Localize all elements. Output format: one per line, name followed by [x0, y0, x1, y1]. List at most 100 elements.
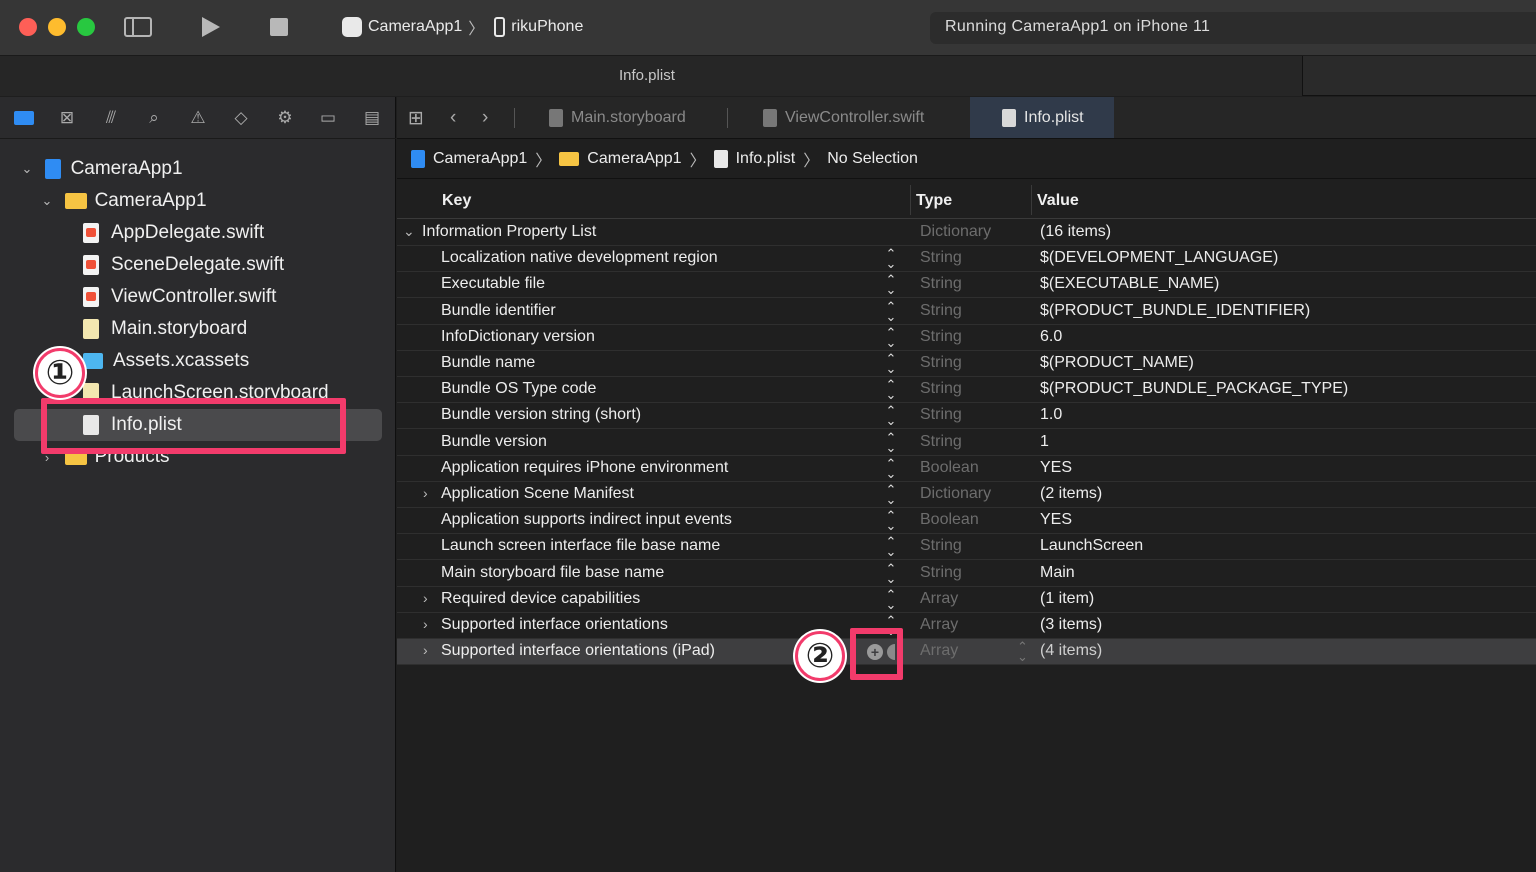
plist-row[interactable]: › Supported interface orientations (iPad)…: [397, 639, 1536, 666]
plist-row[interactable]: InfoDictionary version ⌃ ⌄ String 6.0: [397, 325, 1536, 351]
plist-key[interactable]: Bundle version string (short): [441, 406, 641, 424]
plist-key[interactable]: Localization native development region: [441, 249, 718, 267]
key-stepper-icon[interactable]: ⌃ ⌄: [885, 273, 897, 296]
plist-type[interactable]: Dictionary: [920, 485, 991, 503]
plist-key[interactable]: Bundle version: [441, 433, 547, 451]
plist-key[interactable]: Bundle identifier: [441, 302, 556, 320]
plist-type[interactable]: String: [920, 275, 962, 293]
plist-key[interactable]: Application requires iPhone environment: [441, 459, 728, 477]
plist-type[interactable]: Boolean: [920, 459, 979, 477]
forward-icon[interactable]: ›: [482, 107, 488, 129]
symbol-navigator-icon[interactable]: ⫻: [101, 108, 121, 128]
grid-icon[interactable]: ⊞: [408, 107, 424, 130]
plist-row[interactable]: › Application Scene Manifest ⌃ ⌄ Dictionary (…: [397, 482, 1536, 508]
plist-type[interactable]: String: [920, 249, 962, 267]
plist-value[interactable]: $(PRODUCT_BUNDLE_PACKAGE_TYPE): [1040, 380, 1348, 398]
plist-value[interactable]: $(DEVELOPMENT_LANGUAGE): [1040, 249, 1278, 267]
plist-row[interactable]: › Required device capabilities ⌃ ⌄ Array (1 i…: [397, 587, 1536, 613]
breadcrumb-file[interactable]: Info.plist: [736, 150, 796, 168]
plist-value[interactable]: 1: [1040, 433, 1049, 451]
plist-value[interactable]: (4 items): [1040, 642, 1102, 660]
plist-row[interactable]: Bundle identifier ⌃ ⌄ String $(PRODUCT_BUNDL…: [397, 299, 1536, 325]
debug-navigator-icon[interactable]: ⚙: [275, 108, 295, 128]
column-type-header[interactable]: Type: [916, 192, 952, 210]
plist-value[interactable]: $(PRODUCT_NAME): [1040, 354, 1194, 372]
plist-key[interactable]: InfoDictionary version: [441, 328, 595, 346]
plist-row[interactable]: Launch screen interface file base name ⌃ ⌄…: [397, 534, 1536, 561]
plist-value[interactable]: 6.0: [1040, 328, 1062, 346]
plist-row[interactable]: Localization native development region ⌃ ⌄…: [397, 246, 1536, 273]
key-stepper-icon[interactable]: ⌃ ⌄: [885, 509, 897, 532]
test-navigator-icon[interactable]: ◇: [231, 108, 251, 128]
breadcrumb-selection[interactable]: No Selection: [827, 150, 918, 168]
close-window-button[interactable]: [19, 18, 37, 36]
plist-type[interactable]: Dictionary: [920, 223, 991, 241]
chevron-right-icon[interactable]: ›: [423, 485, 428, 501]
key-stepper-icon[interactable]: ⌃ ⌄: [885, 378, 897, 401]
tab-main-storyboard[interactable]: Main.storyboard: [549, 97, 686, 138]
tab-viewcontroller[interactable]: ViewController.swift: [763, 97, 924, 138]
plist-row[interactable]: Application supports indirect input even…: [397, 508, 1536, 535]
plist-key[interactable]: Launch screen interface file base name: [441, 537, 720, 555]
key-stepper-icon[interactable]: ⌃ ⌄: [885, 404, 897, 427]
plist-type[interactable]: String: [920, 433, 962, 451]
issue-warning-icon[interactable]: ⚠: [188, 108, 208, 128]
plist-key[interactable]: Bundle OS Type code: [441, 380, 596, 398]
plist-row[interactable]: Bundle version string (short) ⌃ ⌄ String 1.0: [397, 403, 1536, 430]
plist-value[interactable]: $(PRODUCT_BUNDLE_IDENTIFIER): [1040, 302, 1310, 320]
key-stepper-icon[interactable]: ⌃ ⌄: [885, 247, 897, 270]
plist-row[interactable]: Bundle version ⌃ ⌄ String 1: [397, 430, 1536, 456]
key-stepper-icon[interactable]: ⌃ ⌄: [885, 588, 897, 611]
report-navigator-icon[interactable]: ▤: [362, 108, 382, 128]
column-key-header[interactable]: Key: [442, 192, 471, 210]
tree-item-appdelegate[interactable]: AppDelegate.swift: [83, 218, 264, 248]
plist-type[interactable]: String: [920, 354, 962, 372]
back-icon[interactable]: ‹: [450, 107, 456, 129]
plist-value[interactable]: $(EXECUTABLE_NAME): [1040, 275, 1219, 293]
plist-key[interactable]: Application Scene Manifest: [441, 485, 634, 503]
chevron-right-icon[interactable]: ›: [423, 590, 428, 606]
type-stepper-icon[interactable]: ⌃ ⌄: [1017, 640, 1028, 663]
plist-key[interactable]: Information Property List: [422, 223, 596, 241]
stop-icon[interactable]: [270, 18, 288, 36]
chevron-down-icon[interactable]: ⌄: [20, 161, 34, 177]
plist-value[interactable]: YES: [1040, 511, 1072, 529]
search-icon[interactable]: ⌕: [144, 108, 164, 128]
plist-value[interactable]: LaunchScreen: [1040, 537, 1143, 555]
plist-type[interactable]: Boolean: [920, 511, 979, 529]
key-stepper-icon[interactable]: ⌃ ⌄: [885, 457, 897, 480]
plist-row[interactable]: Bundle name ⌃ ⌄ String $(PRODUCT_NAME): [397, 351, 1536, 377]
sidebar-toggle-icon[interactable]: [124, 17, 152, 37]
plist-type[interactable]: Array: [920, 590, 958, 608]
plist-row[interactable]: Bundle OS Type code ⌃ ⌄ String $(PRODUCT_BUN…: [397, 377, 1536, 404]
key-stepper-icon[interactable]: ⌃ ⌄: [885, 300, 897, 323]
column-value-header[interactable]: Value: [1037, 192, 1079, 210]
plist-key[interactable]: Supported interface orientations (iPad): [441, 642, 715, 660]
source-control-icon[interactable]: ⊠: [57, 108, 77, 128]
plist-type[interactable]: String: [920, 302, 962, 320]
breadcrumb-project[interactable]: CameraApp1: [433, 150, 527, 168]
plist-row[interactable]: ⌄ Information Property List Dictionary (16 …: [397, 220, 1536, 246]
tab-info-plist[interactable]: Info.plist: [970, 97, 1114, 138]
breadcrumb-folder[interactable]: CameraApp1: [587, 150, 681, 168]
tree-item-folder[interactable]: ⌄ CameraApp1: [40, 186, 207, 216]
key-stepper-icon[interactable]: ⌃ ⌄: [885, 326, 897, 349]
tree-item-main-storyboard[interactable]: Main.storyboard: [83, 314, 247, 344]
plist-type[interactable]: String: [920, 328, 962, 346]
plist-value[interactable]: 1.0: [1040, 406, 1062, 424]
key-stepper-icon[interactable]: ⌃ ⌄: [885, 352, 897, 375]
zoom-window-button[interactable]: [77, 18, 95, 36]
tree-item-project[interactable]: ⌄ CameraApp1: [20, 154, 183, 184]
plist-value[interactable]: (3 items): [1040, 616, 1102, 634]
plist-value[interactable]: (16 items): [1040, 223, 1111, 241]
plist-type[interactable]: String: [920, 380, 962, 398]
key-stepper-icon[interactable]: ⌃ ⌄: [885, 431, 897, 454]
plist-row[interactable]: Executable file ⌃ ⌄ String $(EXECUTABLE_NAME…: [397, 272, 1536, 299]
plist-type[interactable]: Array: [920, 616, 958, 634]
tree-item-scenedelegate[interactable]: SceneDelegate.swift: [83, 250, 284, 280]
plist-value[interactable]: YES: [1040, 459, 1072, 477]
plist-key[interactable]: Required device capabilities: [441, 590, 640, 608]
key-stepper-icon[interactable]: ⌃ ⌄: [885, 562, 897, 585]
chevron-right-icon[interactable]: ›: [423, 616, 428, 632]
plist-value[interactable]: Main: [1040, 564, 1075, 582]
